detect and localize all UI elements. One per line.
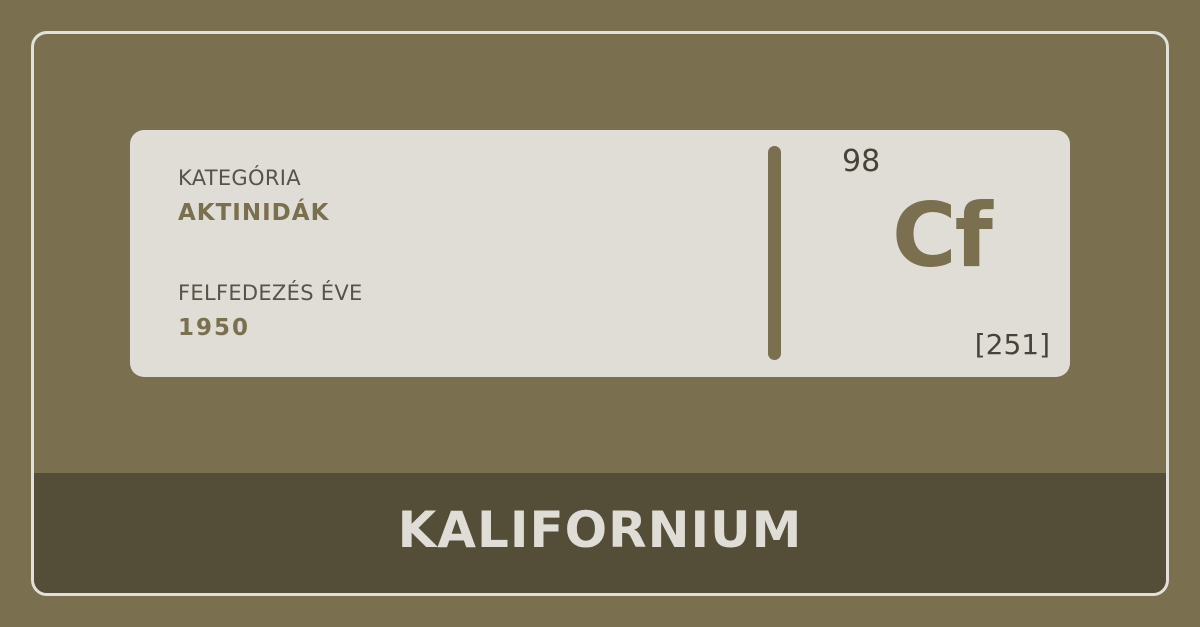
footer-bar: KALIFORNIUM (34, 473, 1166, 593)
element-symbol: Cf (892, 184, 993, 287)
discovery-year-value: 1950 (178, 315, 251, 341)
category-label: KATEGÓRIA (178, 166, 301, 190)
vertical-divider (768, 146, 781, 360)
discovery-year-label: FELFEDEZÉS ÉVE (178, 281, 363, 305)
element-card: KATEGÓRIA AKTINIDÁK FELFEDEZÉS ÉVE 1950 … (130, 130, 1070, 377)
category-value: AKTINIDÁK (178, 200, 330, 226)
element-name: KALIFORNIUM (397, 501, 803, 559)
atomic-number: 98 (842, 144, 881, 179)
atomic-mass: [251] (974, 328, 1050, 361)
